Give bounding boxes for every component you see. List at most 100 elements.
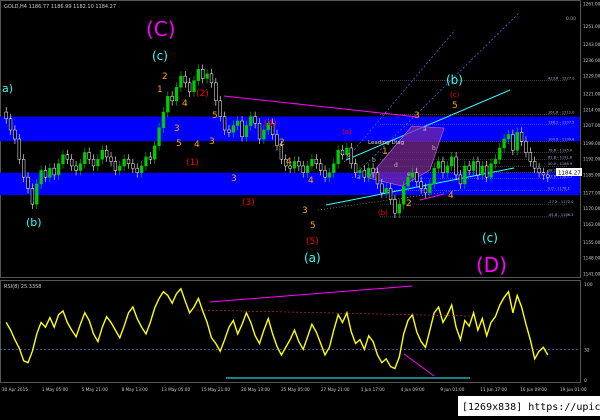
candle-body — [419, 181, 423, 189]
candle-body — [74, 165, 78, 171]
fib-level-label: -27.2 - 1172.0 — [548, 200, 574, 204]
label-wave-2-red: (2) — [196, 89, 209, 99]
label-b-upper: (b) — [446, 73, 463, 87]
candle-body — [170, 96, 174, 102]
candle-body — [314, 158, 318, 164]
candle-body — [96, 158, 100, 167]
candle-body — [153, 145, 157, 160]
candle-body — [275, 134, 279, 146]
candle-body — [502, 138, 506, 149]
candle-body — [332, 163, 336, 173]
candle-body — [131, 163, 135, 169]
candle-body — [22, 158, 26, 178]
candle-body — [174, 87, 179, 102]
time-axis-tick: 16 Jun 09:00 — [520, 387, 547, 392]
candle-body — [39, 170, 43, 185]
time-axis-tick: 5 May 21:00 — [82, 387, 108, 392]
label-big-C: (C) — [146, 17, 176, 41]
wave-label: c — [347, 152, 350, 159]
support-resistance-zone — [0, 116, 580, 142]
candle-body — [533, 161, 537, 169]
candle-body — [61, 154, 65, 164]
candle-body — [13, 129, 17, 140]
candle-body — [305, 165, 310, 173]
candle-body — [441, 161, 445, 173]
candle-body — [519, 132, 524, 142]
price-axis-tick: 1192.00 — [583, 157, 600, 162]
price-axis-tick: 1236.00 — [583, 58, 600, 63]
candle-body — [48, 167, 52, 178]
candle-body — [157, 127, 161, 146]
label-big-D: (D) — [476, 253, 507, 277]
candle-body — [109, 156, 113, 162]
candle-body — [541, 172, 546, 176]
candle-body — [4, 111, 8, 120]
candle-body — [423, 188, 428, 194]
candle-body — [144, 156, 148, 167]
label-wave-c-red: (c) — [450, 91, 460, 99]
candle-body — [70, 158, 74, 167]
wave-label: 4 — [308, 176, 314, 186]
rsi-magenta-arrow — [403, 353, 435, 377]
candle-body — [139, 165, 144, 173]
candle-body — [384, 188, 388, 194]
price-axis-tick: 1177.00 — [583, 190, 600, 195]
candle-body — [498, 147, 502, 160]
label-b-left: (b) — [26, 216, 42, 229]
wave-label: d — [394, 162, 398, 169]
candle-body — [367, 167, 371, 178]
wave-label: 3 — [302, 206, 308, 216]
candle-body — [480, 165, 484, 176]
time-axis-tick: 13 May 05:00 — [161, 387, 190, 392]
time-axis-tick: 20 May 13:00 — [241, 387, 270, 392]
price-axis-tick: 1214.00 — [583, 107, 600, 112]
candle-body — [297, 161, 301, 167]
candle-body — [506, 134, 511, 140]
candle-body — [371, 167, 375, 173]
candle-body — [249, 116, 253, 126]
time-axis-tick: 4 Jun 09:00 — [401, 387, 425, 392]
time-axis-tick: 15 May 21:00 — [201, 387, 230, 392]
candle-body — [327, 172, 332, 178]
candle-body — [476, 161, 480, 176]
candle-body — [467, 165, 471, 171]
candle-body — [35, 183, 39, 205]
candle-body — [52, 167, 56, 176]
rsi-axis-tick: 100 — [584, 282, 593, 288]
price-and-rsi-chart[interactable]: 161.8 - 1212.0 138.2 - 1207.5 100.0 - 1199… — [0, 0, 600, 416]
wave-label: 5 — [310, 221, 316, 231]
candle-body — [192, 80, 196, 93]
candle-body — [78, 163, 83, 171]
candle-body — [30, 188, 35, 205]
wave-label: b — [432, 145, 436, 152]
candle-body — [393, 199, 397, 214]
price-axis-tick: 1148.00 — [583, 256, 600, 261]
label-c-upper: (c) — [152, 49, 168, 63]
wave-label: 2 — [162, 72, 168, 82]
candle-body — [454, 156, 458, 176]
candle-body — [397, 203, 401, 214]
candle-body — [402, 185, 406, 205]
rsi-axis-tick: 0 — [584, 378, 587, 384]
candle-body — [166, 96, 170, 113]
label-leading-diag: Leading Diag — [368, 140, 404, 146]
wave-label: 1 — [157, 85, 163, 95]
time-axis-tick: 1 Jun 17:00 — [361, 387, 385, 392]
candle-body — [161, 111, 166, 129]
label-a-left: a) — [2, 82, 13, 95]
candle-body — [135, 167, 139, 173]
label-wave-4-red: (4) — [264, 119, 277, 129]
candle-body — [353, 163, 358, 173]
fib-top-label: 0.00 — [566, 16, 576, 22]
fib-level-label: 138.2 - 1207.5 — [548, 120, 574, 124]
candle-body — [196, 69, 201, 81]
fib-level-label: 423.6 - 1227.0 — [548, 77, 575, 81]
candle-body — [240, 120, 244, 138]
candle-body — [292, 161, 297, 169]
label-wave-3-red: (3) — [242, 198, 255, 208]
price-axis-tick: 1221.00 — [583, 92, 600, 97]
fib-level-label: 78.6 - 1195.0 — [548, 148, 573, 152]
candle-body — [380, 183, 384, 194]
candle-body — [323, 170, 327, 178]
candle-body — [83, 152, 87, 164]
